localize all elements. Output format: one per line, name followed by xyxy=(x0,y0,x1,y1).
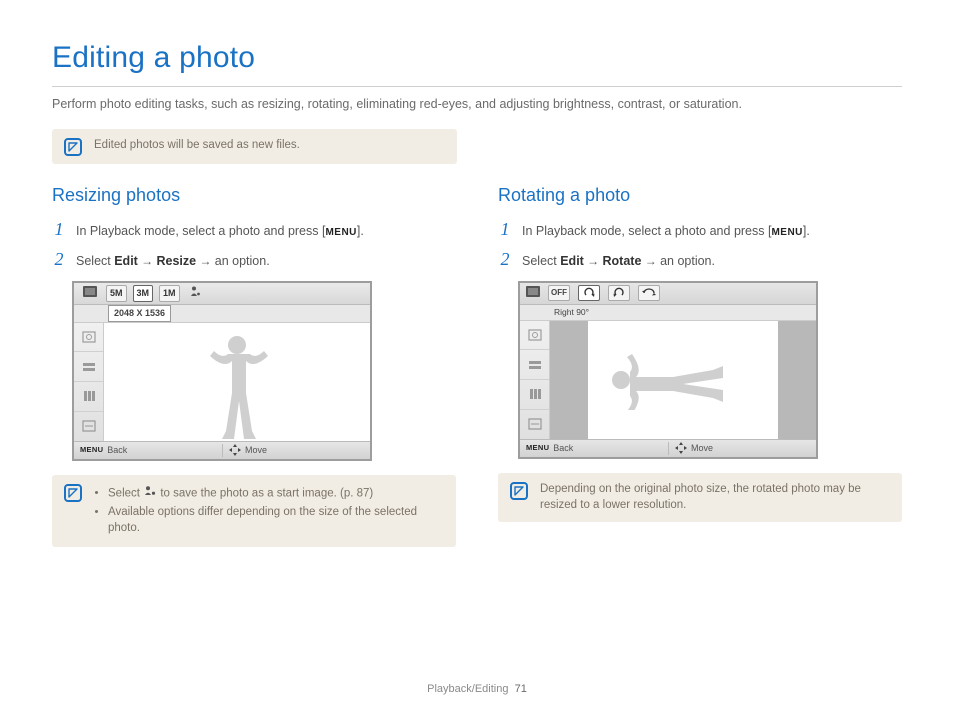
back-label: Back xyxy=(553,442,573,455)
resizing-heading: Resizing photos xyxy=(52,182,456,208)
arrow-icon: → xyxy=(138,254,157,268)
screen-sidebar xyxy=(74,323,104,441)
sidebar-icon xyxy=(74,323,103,353)
screen-sidebar xyxy=(520,321,550,439)
step2-select: Select xyxy=(522,254,560,268)
step2-rotate: Rotate xyxy=(603,254,642,268)
footer-section: Playback/Editing xyxy=(427,683,508,695)
resize-note-item: Select to save the photo as a start imag… xyxy=(108,485,444,502)
screen-icon xyxy=(80,285,100,302)
step2-edit: Edit xyxy=(114,254,138,268)
rotate-180-icon xyxy=(638,285,660,301)
resize-note-box: Select to save the photo as a start imag… xyxy=(52,475,456,547)
step-number: 2 xyxy=(52,250,66,268)
size-option-3m: 3M xyxy=(133,285,154,302)
step1-text-pre: In Playback mode, select a photo and pre… xyxy=(76,224,325,238)
person-rotated-silhouette-icon xyxy=(603,350,763,410)
step1-text-post: ]. xyxy=(803,224,810,238)
rotating-step-1: 1 In Playback mode, select a photo and p… xyxy=(498,220,902,241)
menu-icon-label: MENU xyxy=(526,443,549,454)
sidebar-icon xyxy=(74,352,103,382)
rotate-note-text: Depending on the original photo size, th… xyxy=(540,481,890,514)
resize-note-item: Available options differ depending on th… xyxy=(108,504,444,537)
resize-canvas xyxy=(104,323,370,441)
screen-statusbar: MENU Back Move xyxy=(74,441,370,459)
sidebar-icon xyxy=(74,412,103,441)
size-option-5m: 5M xyxy=(106,285,127,302)
menu-button-label: MENU xyxy=(771,227,802,238)
step2-select: Select xyxy=(76,254,114,268)
step1-text-post: ]. xyxy=(357,224,364,238)
step2-resize: Resize xyxy=(157,254,197,268)
rotate-screen-mock: OFF Right 90° xyxy=(518,281,818,459)
arrow-icon: → xyxy=(584,254,603,268)
rotate-canvas xyxy=(550,321,816,439)
title-rule xyxy=(52,86,902,87)
start-image-icon xyxy=(186,284,204,302)
sidebar-icon xyxy=(520,350,549,380)
intro-text: Perform photo editing tasks, such as res… xyxy=(52,95,902,113)
size-option-1m: 1M xyxy=(159,285,180,302)
dpad-icon xyxy=(675,442,687,454)
rotating-step-2: 2 Select Edit → Rotate → an option. xyxy=(498,250,902,270)
move-label: Move xyxy=(245,444,267,457)
move-label: Move xyxy=(691,442,713,455)
resolution-label: 2048 X 1536 xyxy=(108,305,171,322)
page-number: 71 xyxy=(515,683,527,695)
arrow-icon: → xyxy=(196,254,215,268)
step-number: 1 xyxy=(498,220,512,238)
resizing-step-1: 1 In Playback mode, select a photo and p… xyxy=(52,220,456,241)
note-icon xyxy=(64,138,82,156)
menu-icon-label: MENU xyxy=(80,445,103,456)
dpad-icon xyxy=(229,444,241,456)
screen-icon xyxy=(526,284,540,303)
rotate-options-bar: OFF xyxy=(520,283,816,305)
step2-option: an option. xyxy=(660,254,715,268)
page-title: Editing a photo xyxy=(52,36,902,80)
top-note-text: Edited photos will be saved as new files… xyxy=(94,137,300,154)
rotate-note-box: Depending on the original photo size, th… xyxy=(498,473,902,522)
rotating-section: Rotating a photo 1 In Playback mode, sel… xyxy=(498,182,902,547)
sidebar-icon xyxy=(74,382,103,412)
rotate-selected-label: Right 90° xyxy=(554,306,589,318)
resizing-step-2: 2 Select Edit → Resize → an option. xyxy=(52,250,456,270)
arrow-icon: → xyxy=(641,254,660,268)
resizing-section: Resizing photos 1 In Playback mode, sele… xyxy=(52,182,456,547)
rotate-option-off: OFF xyxy=(548,285,570,301)
note-li1-b: to save the photo as a start image. (p. … xyxy=(157,487,373,499)
person-silhouette-icon xyxy=(202,331,272,441)
resize-topbar: 5M 3M 1M xyxy=(74,283,370,305)
sidebar-icon xyxy=(520,321,549,351)
top-note-box: Edited photos will be saved as new files… xyxy=(52,129,457,164)
screen-statusbar: MENU Back Move xyxy=(520,439,816,457)
note-li1-a: Select xyxy=(108,487,143,499)
step-number: 2 xyxy=(498,250,512,268)
step2-edit: Edit xyxy=(560,254,584,268)
resolution-row: 2048 X 1536 xyxy=(74,305,370,323)
rotate-left-icon xyxy=(608,285,630,301)
start-image-icon xyxy=(143,485,157,502)
note-icon xyxy=(510,482,528,500)
rotate-label-row: Right 90° xyxy=(520,305,816,321)
menu-button-label: MENU xyxy=(325,227,356,238)
step-number: 1 xyxy=(52,220,66,238)
step1-text-pre: In Playback mode, select a photo and pre… xyxy=(522,224,771,238)
resize-screen-mock: 5M 3M 1M 2048 X 1536 xyxy=(72,281,372,461)
sidebar-icon xyxy=(520,380,549,410)
back-label: Back xyxy=(107,444,127,457)
step2-option: an option. xyxy=(215,254,270,268)
page-footer: Playback/Editing 71 xyxy=(0,682,954,698)
rotate-right-icon xyxy=(578,285,600,301)
sidebar-icon xyxy=(520,410,549,439)
rotating-heading: Rotating a photo xyxy=(498,182,902,208)
note-icon xyxy=(64,484,82,502)
